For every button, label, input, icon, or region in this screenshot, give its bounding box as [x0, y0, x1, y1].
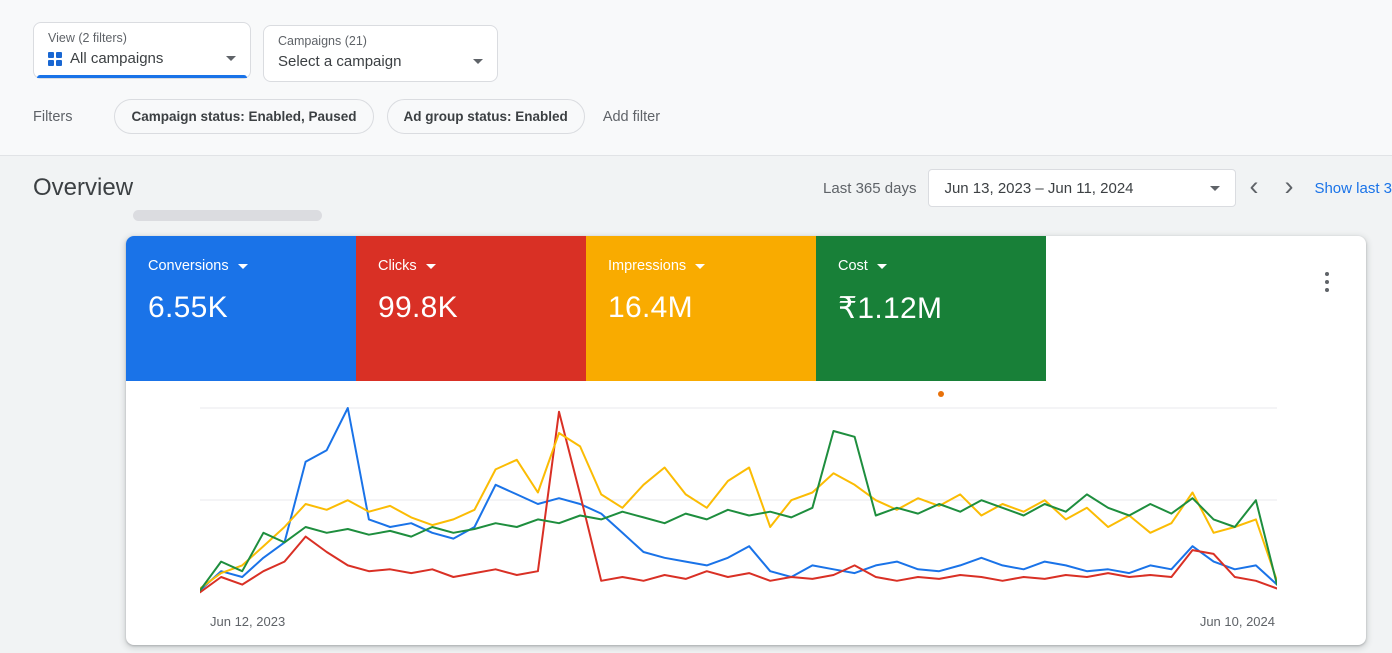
active-view-underline	[37, 75, 247, 78]
filters-label: Filters	[33, 109, 72, 125]
performance-chart: Jun 12, 2023 Jun 10, 2024	[200, 399, 1277, 629]
chevron-down-icon	[695, 264, 705, 269]
metric-card-impressions[interactable]: Impressions 16.4M	[586, 236, 816, 381]
metric-value: 16.4M	[608, 291, 816, 325]
chart-canvas[interactable]	[200, 399, 1277, 609]
chevron-down-icon	[473, 59, 483, 64]
date-range-controls: Last 365 days Jun 13, 2023 – Jun 11, 202…	[823, 169, 1392, 207]
chevron-down-icon	[877, 264, 887, 269]
metric-card-cost[interactable]: Cost ₹1.12M	[816, 236, 1046, 381]
filter-chip-adgroup-status[interactable]: Ad group status: Enabled	[387, 99, 585, 134]
metric-label-row: Clicks	[378, 258, 586, 274]
dot	[1325, 288, 1329, 292]
metric-value: 6.55K	[148, 291, 356, 325]
next-period-button[interactable]: ›	[1271, 173, 1306, 200]
chart-line-conversions	[200, 408, 1277, 590]
view-selector-label: View (2 filters)	[48, 31, 236, 45]
chart-line-clicks	[200, 412, 1277, 593]
campaign-selector-value: Select a campaign	[278, 53, 401, 70]
chart-annotation-dot[interactable]	[938, 391, 944, 397]
overview-header-row: Overview Last 365 days Jun 13, 2023 – Ju…	[0, 166, 1392, 210]
more-options-button[interactable]	[1321, 268, 1333, 296]
dot	[1325, 280, 1329, 284]
previous-period-button[interactable]: ‹	[1236, 173, 1271, 200]
metric-label-row: Impressions	[608, 258, 816, 274]
overview-card: Conversions 6.55K Clicks 99.8K Impressio…	[126, 236, 1366, 645]
metric-card-conversions[interactable]: Conversions 6.55K	[126, 236, 356, 381]
metric-label: Clicks	[378, 258, 417, 274]
campaign-selector[interactable]: Campaigns (21) Select a campaign	[263, 25, 498, 82]
chevron-down-icon	[238, 264, 248, 269]
x-axis-end-label: Jun 10, 2024	[1200, 614, 1275, 629]
chevron-down-icon	[426, 264, 436, 269]
scope-header: View (2 filters) All campaigns Campaigns…	[0, 0, 1392, 156]
scrolled-card-edge	[133, 210, 322, 221]
view-selector-value: All campaigns	[70, 50, 163, 67]
google-ads-overview-page: View (2 filters) All campaigns Campaigns…	[0, 0, 1392, 653]
metric-value: ₹1.12M	[838, 291, 1046, 326]
all-campaigns-grid-icon	[48, 52, 62, 66]
view-selector[interactable]: View (2 filters) All campaigns	[33, 22, 251, 79]
metric-label-row: Cost	[838, 258, 1046, 274]
view-selector-value-row: All campaigns	[48, 50, 236, 67]
date-range-label: Last 365 days	[823, 180, 916, 197]
chevron-down-icon	[226, 56, 236, 61]
metric-label: Cost	[838, 258, 868, 274]
metric-card-clicks[interactable]: Clicks 99.8K	[356, 236, 586, 381]
campaign-selector-value-row: Select a campaign	[278, 53, 483, 70]
campaign-selector-label: Campaigns (21)	[278, 34, 483, 48]
x-axis-start-label: Jun 12, 2023	[210, 614, 285, 629]
show-last-link[interactable]: Show last 3	[1314, 180, 1392, 197]
dot	[1325, 272, 1329, 276]
metric-label: Conversions	[148, 258, 229, 274]
date-range-value: Jun 13, 2023 – Jun 11, 2024	[944, 180, 1133, 197]
content-area: Overview Last 365 days Jun 13, 2023 – Ju…	[0, 166, 1392, 653]
x-axis-labels: Jun 12, 2023 Jun 10, 2024	[200, 614, 1277, 629]
metric-value: 99.8K	[378, 291, 586, 325]
chart-line-cost	[200, 431, 1277, 590]
date-range-picker[interactable]: Jun 13, 2023 – Jun 11, 2024	[928, 169, 1236, 207]
selectors-row: View (2 filters) All campaigns Campaigns…	[33, 22, 1392, 82]
add-filter-button[interactable]: Add filter	[603, 109, 660, 125]
metric-cards-row: Conversions 6.55K Clicks 99.8K Impressio…	[126, 236, 1366, 381]
metric-label-row: Conversions	[148, 258, 356, 274]
page-title: Overview	[33, 174, 133, 202]
filter-chip-campaign-status[interactable]: Campaign status: Enabled, Paused	[114, 99, 373, 134]
filters-bar: Filters Campaign status: Enabled, Paused…	[33, 99, 1392, 134]
chevron-down-icon	[1210, 186, 1220, 191]
metric-label: Impressions	[608, 258, 686, 274]
